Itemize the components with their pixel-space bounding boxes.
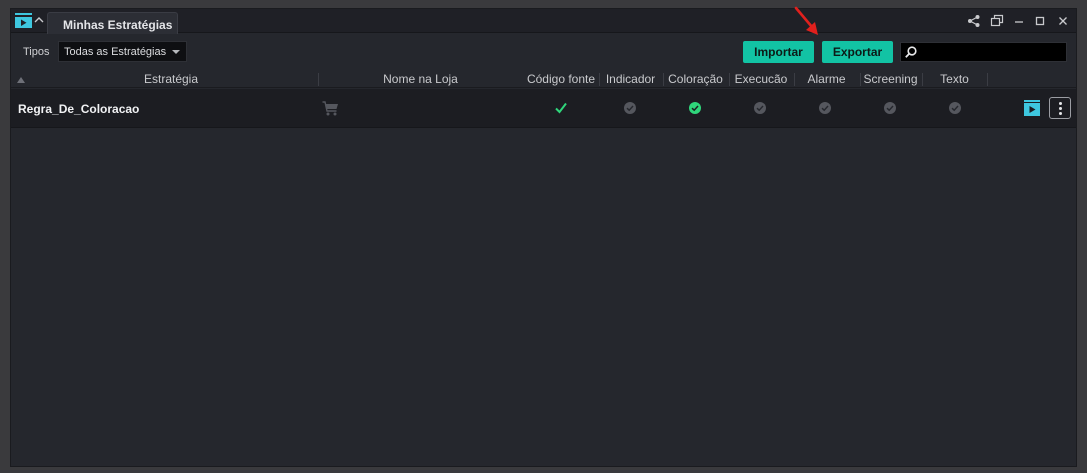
column-divider xyxy=(987,73,988,86)
toolbar: Tipos Todas as Estratégias Importar Expo… xyxy=(11,34,1076,70)
strategies-window: Minhas Estratégias Tipos Todas as Estrat… xyxy=(10,8,1077,467)
chevron-up-icon[interactable] xyxy=(33,14,45,26)
column-header-source-code[interactable]: Código fonte xyxy=(525,71,597,88)
column-header-execution[interactable]: Execucão xyxy=(730,71,792,88)
menu-dot xyxy=(1058,106,1062,110)
play-icon[interactable] xyxy=(1024,100,1040,116)
column-header-screening[interactable]: Screening xyxy=(861,71,920,88)
column-header-store-name[interactable]: Nome na Loja xyxy=(319,71,522,88)
strategy-app-icon[interactable] xyxy=(15,13,32,28)
types-dropdown[interactable]: Todas as Estratégias xyxy=(58,41,187,62)
coloring-status-icon xyxy=(689,102,701,114)
column-header-text[interactable]: Texto xyxy=(923,71,986,88)
close-icon[interactable] xyxy=(1055,13,1071,29)
search-input[interactable] xyxy=(919,43,1065,61)
search-icon xyxy=(905,46,917,58)
export-button[interactable]: Exportar xyxy=(822,41,893,63)
share-icon[interactable] xyxy=(966,13,982,29)
screening-status-icon xyxy=(884,102,896,114)
menu-dot xyxy=(1058,111,1062,115)
cart-icon[interactable] xyxy=(322,101,339,116)
text-status-icon xyxy=(949,102,961,114)
maximize-icon[interactable] xyxy=(1032,13,1048,29)
menu-dot xyxy=(1058,101,1062,105)
column-header-strategy[interactable]: Estratégia xyxy=(31,71,311,88)
chevron-down-icon xyxy=(172,50,180,54)
source-code-check-icon xyxy=(555,102,567,114)
table-header: Estratégia Nome na Loja Código fonte Ind… xyxy=(11,71,1076,88)
alarm-status-icon xyxy=(819,102,831,114)
column-header-indicator[interactable]: Indicador xyxy=(600,71,661,88)
execution-status-icon xyxy=(754,102,766,114)
minimize-icon[interactable] xyxy=(1011,13,1027,29)
strategy-name: Regra_De_Coloracao xyxy=(18,102,140,116)
column-header-coloring[interactable]: Coloração xyxy=(664,71,727,88)
title-bar: Minhas Estratégias xyxy=(11,9,1076,34)
search-box[interactable] xyxy=(900,42,1067,62)
more-vertical-icon[interactable] xyxy=(1049,97,1071,119)
popout-icon[interactable] xyxy=(989,13,1005,29)
import-button[interactable]: Importar xyxy=(743,41,814,63)
column-header-alarm[interactable]: Alarme xyxy=(795,71,858,88)
table-row[interactable]: Regra_De_Coloracao xyxy=(11,89,1076,128)
sort-ascending-icon[interactable] xyxy=(17,77,25,83)
indicator-status-icon xyxy=(624,102,636,114)
tab-minhas-estrategias[interactable]: Minhas Estratégias xyxy=(47,12,178,34)
types-dropdown-value: Todas as Estratégias xyxy=(64,46,167,58)
types-label: Tipos xyxy=(23,46,50,58)
